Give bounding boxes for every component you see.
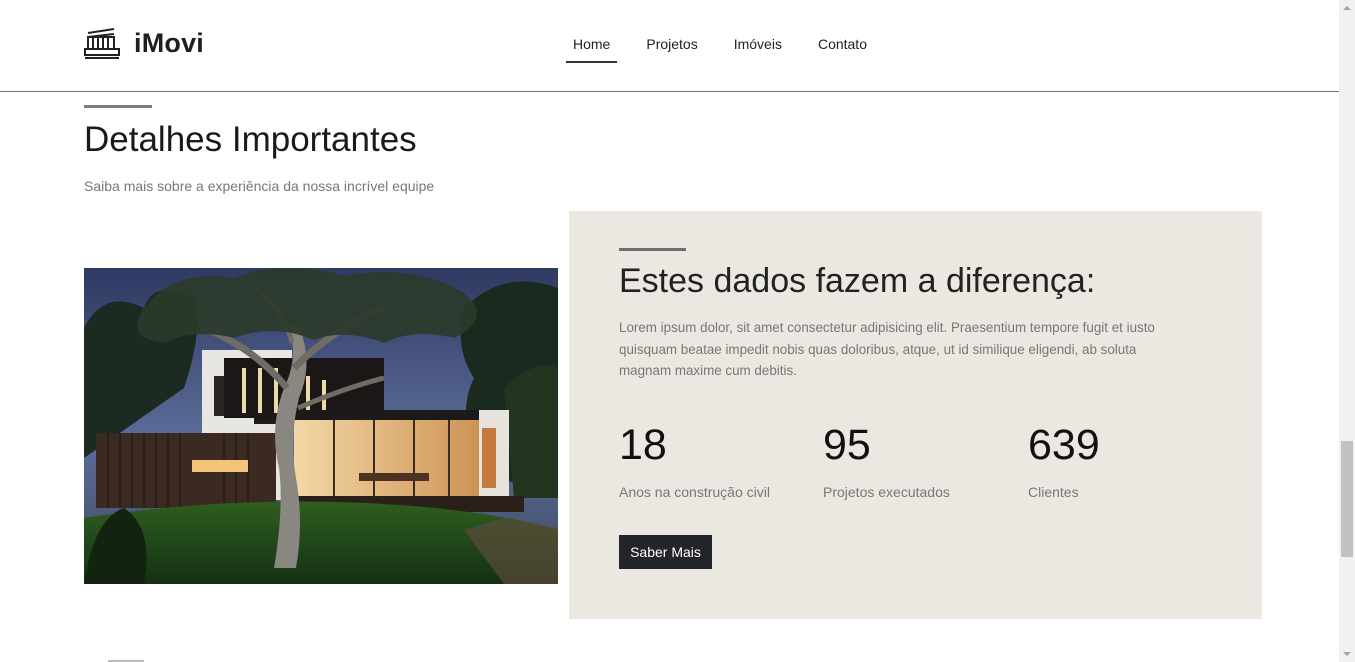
saber-mais-button[interactable]: Saber Mais [619,535,712,569]
page-scrollbar[interactable] [1339,0,1355,662]
scroll-down-arrow-icon[interactable] [1339,646,1355,662]
stat-value: 18 [619,421,667,469]
section-title: Detalhes Importantes [84,120,417,159]
site-header: iMovi Home Projetos Imóveis Contato [0,0,1339,92]
nav-projetos[interactable]: Projetos [639,0,704,91]
page: iMovi Home Projetos Imóveis Contato Deta… [0,0,1339,662]
building-icon [84,28,120,59]
brand-logo[interactable]: iMovi [84,26,204,60]
section-subtitle: Saiba mais sobre a experiência da nossa … [84,178,435,194]
stat-value: 639 [1028,421,1100,469]
modern-house-photo [84,268,558,584]
section-accent-bar [84,105,152,108]
stats-panel: Estes dados fazem a diferença: Lorem ips… [569,211,1262,619]
stat-label: Anos na construção civil [619,484,770,500]
brand-name: iMovi [134,27,205,58]
stat-clients: 639 Clientes [1028,419,1100,500]
stat-projects: 95 Projetos executados [823,419,950,500]
panel-description: Lorem ipsum dolor, sit amet consectetur … [619,320,1155,378]
scroll-thumb[interactable] [1341,441,1353,557]
scroll-up-arrow-icon[interactable] [1339,0,1355,16]
stat-value: 95 [823,421,871,469]
main-nav: Home Projetos Imóveis Contato [566,0,896,91]
nav-home[interactable]: Home [566,0,618,91]
panel-accent-bar [619,248,686,251]
panel-title: Estes dados fazem a diferença: [619,262,1096,300]
stat-label: Projetos executados [823,484,950,500]
nav-imoveis[interactable]: Imóveis [727,0,789,91]
nav-contato[interactable]: Contato [811,0,874,91]
stat-label: Clientes [1028,484,1079,500]
stat-years: 18 Anos na construção civil [619,419,770,500]
